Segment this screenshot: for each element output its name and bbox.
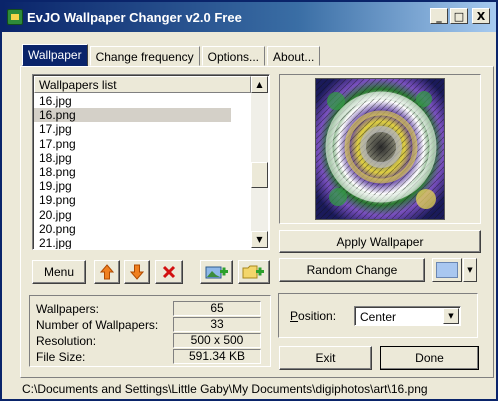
random-change-button[interactable]: Random Change [279,258,425,282]
list-item[interactable]: 16.jpg [34,94,251,108]
add-folder-button[interactable] [238,260,270,284]
add-image-icon [205,266,228,279]
info-value-resolution: 500 x 500 [173,333,261,348]
list-item[interactable]: 17.jpg [34,122,251,136]
position-group: Position: Center ▼ [278,293,478,338]
wallpaper-preview-image [315,78,445,220]
scroll-up-icon[interactable]: ▲ [251,76,268,93]
position-label: Position: [290,309,336,323]
list-item[interactable]: 20.png [34,222,251,236]
add-image-button[interactable] [200,260,233,284]
window-controls: _ □ X [430,8,490,24]
list-item[interactable]: 17.png [34,137,251,151]
color-swatch [436,262,458,278]
list-item-selected[interactable]: 16.png [34,108,231,123]
tab-wallpaper[interactable]: Wallpaper [22,44,88,66]
info-value-number-of-wallpapers: 33 [173,317,261,332]
tab-options[interactable]: Options... [201,46,266,66]
info-value-wallpapers: 65 [173,301,261,316]
list-item[interactable]: 21.jpg [34,236,251,249]
list-item[interactable]: 20.jpg [34,208,251,222]
scroll-thumb[interactable] [251,162,268,188]
list-item[interactable]: 19.jpg [34,179,251,193]
red-x-icon [162,265,176,279]
scroll-down-icon[interactable]: ▼ [251,231,268,248]
tab-about[interactable]: About... [267,46,321,66]
list-items: 16.jpg 16.png 17.jpg 17.png 18.jpg 18.pn… [34,94,251,249]
app-icon [7,9,23,25]
apply-wallpaper-button[interactable]: Apply Wallpaper [279,230,481,253]
info-label-wallpapers: Wallpapers: [36,302,99,316]
list-item[interactable]: 19.png [34,193,251,207]
position-select[interactable]: Center ▼ [354,306,461,326]
position-label-rest: osition: [298,309,337,323]
chevron-down-icon[interactable]: ▼ [463,258,477,282]
done-button[interactable]: Done [380,346,479,370]
menu-button[interactable]: Menu [32,260,86,284]
position-label-mnemonic: P [290,309,299,323]
delete-button[interactable] [155,260,183,284]
background-color-button[interactable] [432,258,462,282]
exit-button[interactable]: Exit [279,346,372,370]
wallpaper-preview-frame [279,74,481,224]
info-label-file-size: File Size: [36,350,86,364]
wallpaper-info-box: Wallpapers: 65 Number of Wallpapers: 33 … [29,295,271,367]
tab-strip: Wallpaper Change frequency Options... Ab… [22,44,322,67]
info-label-resolution: Resolution: [36,334,97,348]
maximize-button[interactable]: □ [450,8,468,24]
window-title: EvJO Wallpaper Changer v2.0 Free [27,9,242,25]
orange-down-arrow-icon [130,264,144,280]
minimize-button[interactable]: _ [430,8,448,24]
list-item[interactable]: 18.png [34,165,251,179]
tab-change-frequency[interactable]: Change frequency [89,46,200,66]
info-value-file-size: 591.34 KB [173,349,261,364]
title-bar[interactable]: EvJO Wallpaper Changer v2.0 Free _ □ X [2,2,496,32]
move-down-button[interactable] [124,260,150,284]
chevron-down-icon[interactable]: ▼ [443,308,459,324]
add-folder-icon [242,265,264,279]
close-button[interactable]: X [472,8,490,24]
status-bar-path: C:\Documents and Settings\Little Gaby\My… [22,382,428,396]
move-up-button[interactable] [94,260,120,284]
info-label-number-of-wallpapers: Number of Wallpapers: [36,318,159,332]
app-window: EvJO Wallpaper Changer v2.0 Free _ □ X W… [0,0,498,401]
list-item[interactable]: 18.jpg [34,151,251,165]
position-select-value: Center [360,310,397,324]
orange-up-arrow-icon [100,264,114,280]
list-column-header[interactable]: Wallpapers list [34,76,251,93]
list-scrollbar[interactable]: ▲ ▼ [251,76,268,248]
wallpapers-list[interactable]: Wallpapers list 16.jpg 16.png 17.jpg 17.… [32,74,270,250]
